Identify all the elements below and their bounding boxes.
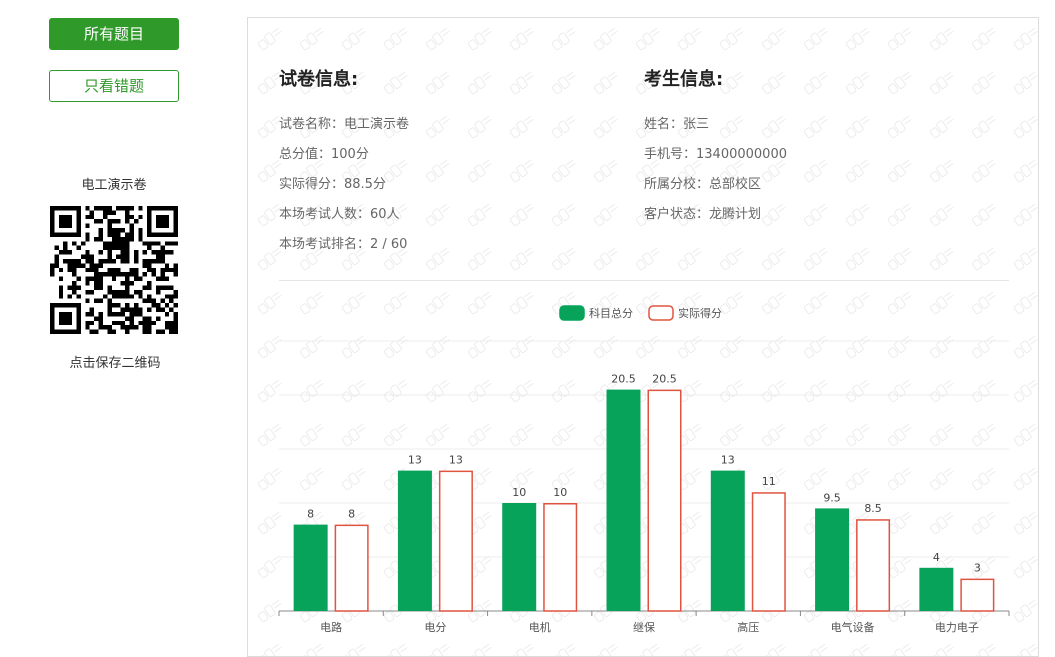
x-tick-label: 电分 <box>424 621 446 634</box>
student-info-title: 考生信息: <box>644 69 724 90</box>
legend-swatch <box>648 305 674 321</box>
score-bar-chart: 科目总分 实际得分 8 8 电路 13 13 电分 10 10 电机 20.5 20.5 继保 13 11 高压… <box>278 305 1010 634</box>
bar-total-score <box>502 503 537 611</box>
bar-actual-score <box>647 389 682 612</box>
data-label: 4 <box>933 551 940 564</box>
data-label: 13 <box>721 454 735 467</box>
x-tick-label: 电路 <box>320 621 342 634</box>
data-label: 8.5 <box>864 502 882 515</box>
data-label: 10 <box>512 486 526 499</box>
bar-actual-score <box>960 578 995 612</box>
bar-actual-score <box>438 470 473 612</box>
x-tick-label: 继保 <box>633 620 655 634</box>
legend-label: 科目总分 <box>589 306 633 320</box>
student-status: 客户状态：龙腾计划 <box>644 207 762 222</box>
data-label: 3 <box>974 562 981 575</box>
exam-total-score: 总分值：100分 <box>279 147 369 162</box>
bar-actual-score <box>543 503 578 612</box>
exam-rank: 本场考试排名：2 / 60 <box>279 237 408 252</box>
x-tick-label: 电机 <box>529 620 551 634</box>
bar-total-score <box>606 389 641 611</box>
exam-actual-score: 实际得分：88.5分 <box>279 177 386 192</box>
student-name: 姓名：张三 <box>644 117 710 132</box>
bar-total-score <box>397 470 432 611</box>
exam-name: 试卷名称：电工演示卷 <box>279 117 410 132</box>
section-divider <box>279 280 1009 281</box>
data-label: 13 <box>408 454 422 467</box>
bar-actual-score <box>751 492 786 612</box>
data-label: 10 <box>553 486 567 499</box>
bar-total-score <box>919 567 954 611</box>
qr-save-caption: 点击保存二维码 <box>69 356 161 371</box>
x-tick-label: 高压 <box>737 620 759 634</box>
data-label: 8 <box>348 508 355 521</box>
x-tick-label: 电气设备 <box>831 620 875 634</box>
legend-swatch <box>559 305 585 321</box>
bar-actual-score <box>334 524 369 612</box>
qr-title: 电工演示卷 <box>81 178 147 193</box>
bar-total-score <box>293 524 328 611</box>
qr-code-image[interactable] <box>50 206 178 334</box>
bar-actual-score <box>856 519 891 612</box>
student-campus: 所属分校：总部校区 <box>644 177 762 192</box>
legend-label: 实际得分 <box>678 306 722 320</box>
exam-participants: 本场考试人数：60人 <box>279 207 400 222</box>
bar-total-score <box>815 508 850 611</box>
data-label: 8 <box>307 508 314 521</box>
all-questions-button[interactable]: 所有题目 <box>49 18 179 50</box>
data-label: 20.5 <box>611 373 636 386</box>
x-tick-label: 电力电子 <box>935 621 979 634</box>
data-label: 9.5 <box>823 491 841 504</box>
data-label: 13 <box>449 454 463 467</box>
exam-info-title: 试卷信息: <box>279 69 359 90</box>
data-label: 11 <box>762 475 776 488</box>
student-phone: 手机号：13400000000 <box>644 147 787 162</box>
result-panel: 试卷信息: 试卷名称：电工演示卷 总分值：100分 实际得分：88.5分 本场考… <box>247 17 1039 657</box>
data-label: 20.5 <box>652 373 677 386</box>
wrong-only-button[interactable]: 只看错题 <box>49 70 179 102</box>
bar-total-score <box>710 470 745 611</box>
